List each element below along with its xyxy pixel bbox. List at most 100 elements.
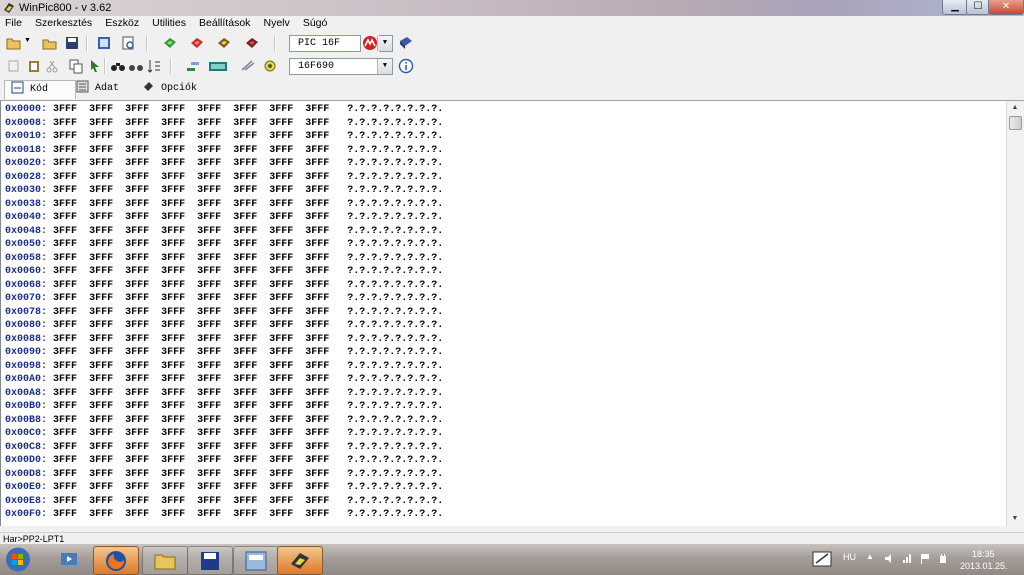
hex-word[interactable]: 3FFF: [233, 239, 257, 250]
hex-word[interactable]: 3FFF: [269, 509, 293, 520]
hex-word[interactable]: 3FFF: [125, 266, 149, 277]
hex-row[interactable]: 0x0078: 3FFF 3FFF 3FFF 3FFF 3FFF 3FFF 3F…: [5, 306, 443, 319]
hex-word[interactable]: 3FFF: [305, 104, 329, 115]
hex-word[interactable]: 3FFF: [125, 455, 149, 466]
hex-row[interactable]: 0x0070: 3FFF 3FFF 3FFF 3FFF 3FFF 3FFF 3F…: [5, 292, 443, 305]
scroll-up-icon[interactable]: ▲: [1007, 101, 1023, 115]
hex-word[interactable]: 3FFF: [89, 131, 113, 142]
flag-icon[interactable]: [920, 553, 930, 564]
hex-word[interactable]: 3FFF: [161, 253, 185, 264]
hex-word[interactable]: 3FFF: [53, 280, 77, 291]
scissors-icon[interactable]: [44, 58, 60, 74]
hex-row[interactable]: 0x0088: 3FFF 3FFF 3FFF 3FFF 3FFF 3FFF 3F…: [5, 333, 443, 346]
device-family-dropdown[interactable]: ▼: [377, 35, 393, 52]
hex-word[interactable]: 3FFF: [89, 158, 113, 169]
save-icon[interactable]: [64, 35, 80, 51]
hex-word[interactable]: 3FFF: [197, 172, 221, 183]
hex-word[interactable]: 3FFF: [269, 253, 293, 264]
hex-word[interactable]: 3FFF: [89, 482, 113, 493]
hex-word[interactable]: 3FFF: [233, 442, 257, 453]
hex-word[interactable]: 3FFF: [53, 388, 77, 399]
hex-word[interactable]: 3FFF: [89, 172, 113, 183]
hex-word[interactable]: 3FFF: [269, 482, 293, 493]
pointer-icon[interactable]: [87, 58, 103, 74]
hex-row[interactable]: 0x0058: 3FFF 3FFF 3FFF 3FFF 3FFF 3FFF 3F…: [5, 252, 443, 265]
hex-row[interactable]: 0x00B8: 3FFF 3FFF 3FFF 3FFF 3FFF 3FFF 3F…: [5, 414, 443, 427]
hex-word[interactable]: 3FFF: [233, 172, 257, 183]
hex-word[interactable]: 3FFF: [53, 361, 77, 372]
hex-word[interactable]: 3FFF: [197, 253, 221, 264]
hex-word[interactable]: 3FFF: [305, 401, 329, 412]
network-icon[interactable]: [902, 553, 912, 564]
hardware-settings-icon[interactable]: [185, 58, 201, 74]
hex-word[interactable]: 3FFF: [197, 469, 221, 480]
hex-word[interactable]: 3FFF: [125, 131, 149, 142]
hex-row[interactable]: 0x00C8: 3FFF 3FFF 3FFF 3FFF 3FFF 3FFF 3F…: [5, 441, 443, 454]
hex-row[interactable]: 0x0030: 3FFF 3FFF 3FFF 3FFF 3FFF 3FFF 3F…: [5, 184, 443, 197]
hex-word[interactable]: 3FFF: [305, 145, 329, 156]
menu-file[interactable]: File: [0, 16, 27, 31]
hex-word[interactable]: 3FFF: [53, 415, 77, 426]
hex-word[interactable]: 3FFF: [125, 253, 149, 264]
hex-word[interactable]: 3FFF: [89, 280, 113, 291]
hex-word[interactable]: 3FFF: [305, 226, 329, 237]
hex-word[interactable]: 3FFF: [53, 374, 77, 385]
hex-word[interactable]: 3FFF: [197, 293, 221, 304]
find-next-icon[interactable]: [128, 58, 144, 74]
hex-word[interactable]: 3FFF: [197, 185, 221, 196]
hex-word[interactable]: 3FFF: [197, 415, 221, 426]
hex-word[interactable]: 3FFF: [53, 347, 77, 358]
hex-row[interactable]: 0x00B0: 3FFF 3FFF 3FFF 3FFF 3FFF 3FFF 3F…: [5, 400, 443, 413]
hex-word[interactable]: 3FFF: [161, 361, 185, 372]
hex-word[interactable]: 3FFF: [161, 118, 185, 129]
device-family-select[interactable]: PIC 16F: [289, 35, 361, 52]
hex-word[interactable]: 3FFF: [305, 131, 329, 142]
hex-word[interactable]: 3FFF: [305, 158, 329, 169]
hex-word[interactable]: 3FFF: [161, 401, 185, 412]
hex-word[interactable]: 3FFF: [233, 482, 257, 493]
hex-word[interactable]: 3FFF: [125, 280, 149, 291]
hex-word[interactable]: 3FFF: [161, 469, 185, 480]
open-file-icon[interactable]: [42, 35, 58, 51]
clock-date[interactable]: 2013.01.25.: [960, 561, 1008, 571]
hex-word[interactable]: 3FFF: [125, 482, 149, 493]
copy-icon[interactable]: [68, 58, 84, 74]
hex-word[interactable]: 3FFF: [197, 455, 221, 466]
hex-word[interactable]: 3FFF: [233, 361, 257, 372]
hex-word[interactable]: 3FFF: [233, 145, 257, 156]
minimize-button[interactable]: ▁: [942, 0, 968, 15]
hex-word[interactable]: 3FFF: [305, 307, 329, 318]
hex-word[interactable]: 3FFF: [233, 374, 257, 385]
hex-word[interactable]: 3FFF: [161, 320, 185, 331]
hex-word[interactable]: 3FFF: [197, 320, 221, 331]
hex-word[interactable]: 3FFF: [233, 428, 257, 439]
hex-word[interactable]: 3FFF: [233, 185, 257, 196]
hex-row[interactable]: 0x00F0: 3FFF 3FFF 3FFF 3FFF 3FFF 3FFF 3F…: [5, 508, 443, 521]
device-book-icon[interactable]: [398, 35, 414, 51]
menu-language[interactable]: Nyelv: [258, 16, 294, 31]
settings-gear-icon[interactable]: [262, 58, 278, 74]
hex-word[interactable]: 3FFF: [269, 388, 293, 399]
hex-row[interactable]: 0x00D8: 3FFF 3FFF 3FFF 3FFF 3FFF 3FFF 3F…: [5, 468, 443, 481]
hex-word[interactable]: 3FFF: [125, 388, 149, 399]
hex-word[interactable]: 3FFF: [305, 320, 329, 331]
edit-icon[interactable]: [96, 35, 112, 51]
program-device-icon[interactable]: [189, 35, 205, 51]
hex-word[interactable]: 3FFF: [53, 401, 77, 412]
hex-word[interactable]: 3FFF: [233, 334, 257, 345]
hex-word[interactable]: 3FFF: [197, 509, 221, 520]
menu-edit[interactable]: Szerkesztés: [30, 16, 97, 31]
hex-word[interactable]: 3FFF: [269, 307, 293, 318]
hex-word[interactable]: 3FFF: [89, 374, 113, 385]
hex-word[interactable]: 3FFF: [269, 347, 293, 358]
hex-word[interactable]: 3FFF: [305, 455, 329, 466]
hex-word[interactable]: 3FFF: [269, 361, 293, 372]
hex-word[interactable]: 3FFF: [161, 415, 185, 426]
close-button[interactable]: ✕: [988, 0, 1024, 15]
hex-word[interactable]: 3FFF: [197, 131, 221, 142]
hex-word[interactable]: 3FFF: [89, 320, 113, 331]
hex-word[interactable]: 3FFF: [125, 374, 149, 385]
hex-row[interactable]: 0x0050: 3FFF 3FFF 3FFF 3FFF 3FFF 3FFF 3F…: [5, 238, 443, 251]
hex-word[interactable]: 3FFF: [233, 496, 257, 507]
microchip-logo-icon[interactable]: [362, 35, 378, 51]
